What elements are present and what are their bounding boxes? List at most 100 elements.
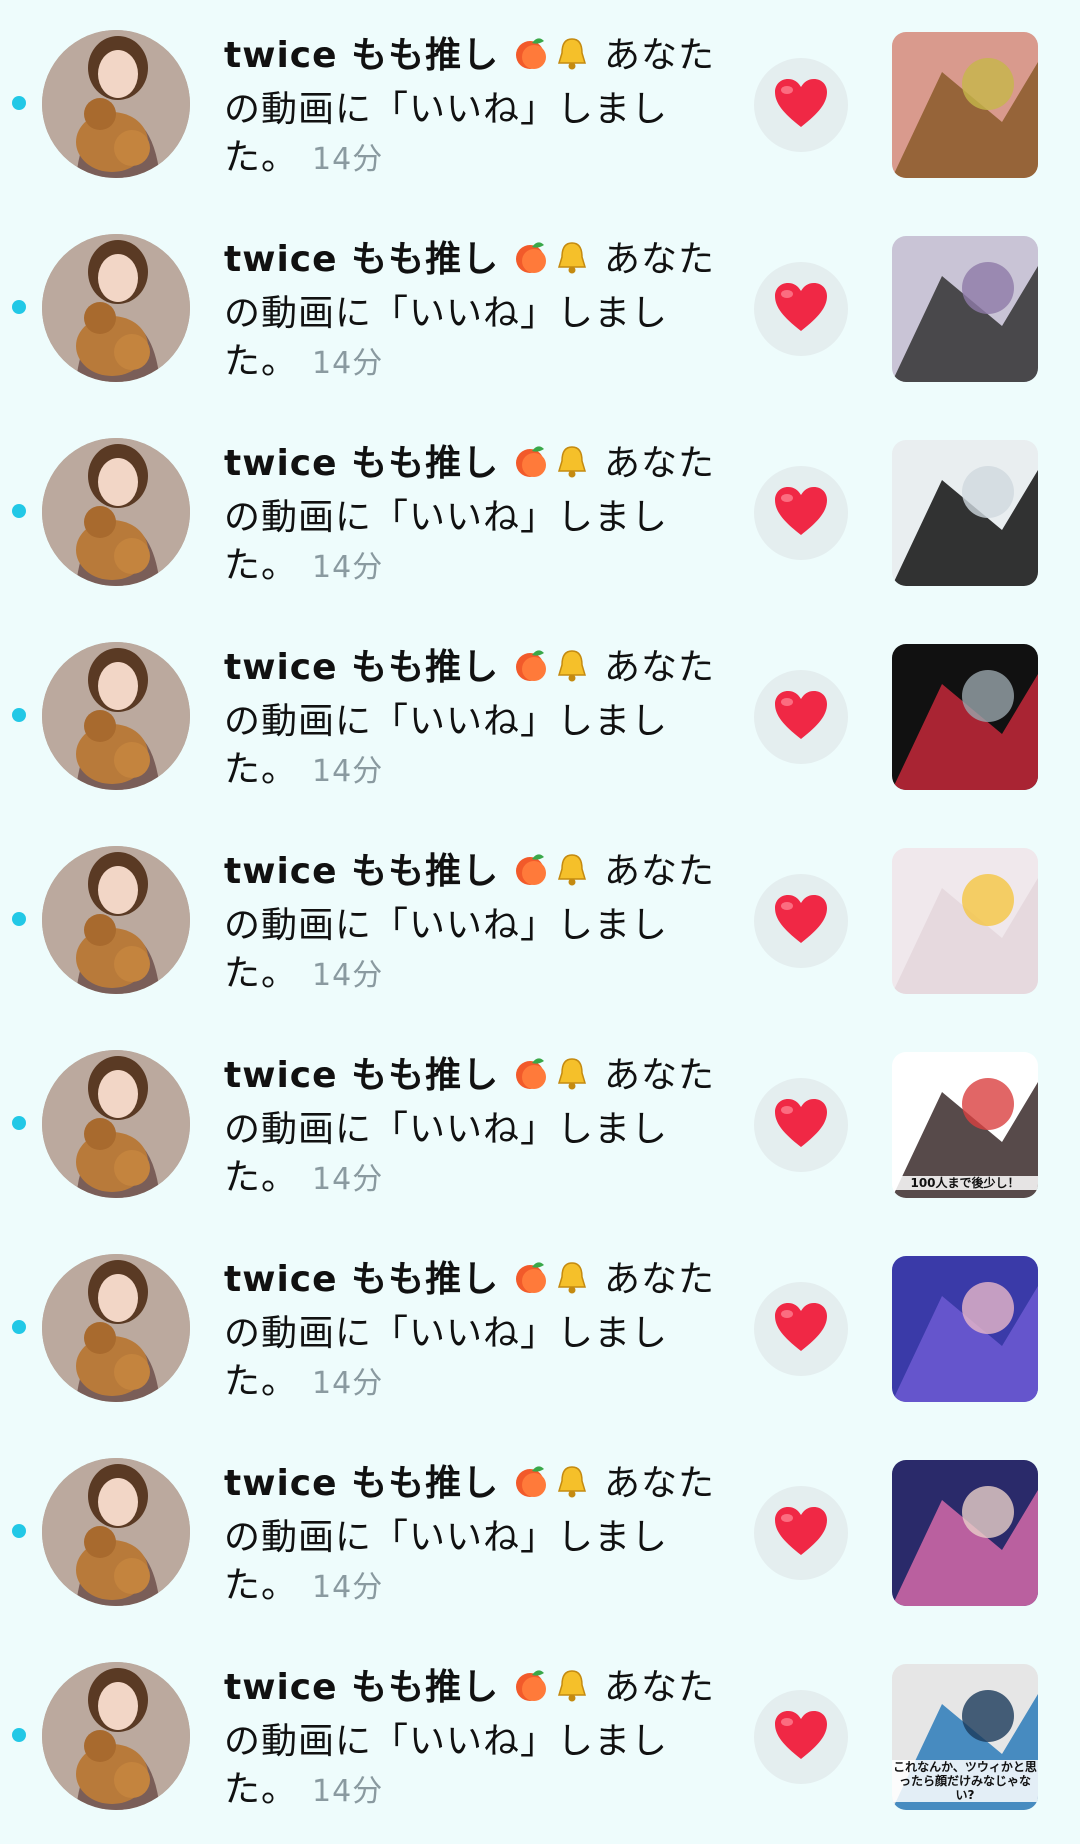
- bell-icon: [552, 33, 592, 86]
- heart-icon: [773, 77, 829, 133]
- bell-icon: [552, 237, 592, 290]
- notification-row[interactable]: twice もも推し あなたの動画に「いいね」しまし た。 14分: [0, 204, 1080, 408]
- notification-row[interactable]: twice もも推し あなたの動画に「いいね」しまし た。 14分: [0, 1428, 1080, 1632]
- notification-row[interactable]: twice もも推し あなたの動画に「いいね」しまし た。 14分 これなんか、ツウ…: [0, 1632, 1080, 1836]
- notification-text: twice もも推し あなたの動画に「いいね」しまし た。 14分: [224, 1664, 724, 1816]
- avatar[interactable]: [42, 234, 190, 382]
- username[interactable]: twice もも推し: [224, 1667, 499, 1708]
- notification-text: twice もも推し あなたの動画に「いいね」しまし た。 14分: [224, 440, 724, 592]
- timestamp: 14分: [312, 1366, 384, 1401]
- unread-dot: [12, 504, 26, 518]
- avatar[interactable]: [42, 30, 190, 178]
- timestamp: 14分: [312, 550, 384, 585]
- heart-icon: [773, 1505, 829, 1561]
- message-head: あなた: [604, 1259, 716, 1300]
- like-button[interactable]: [754, 874, 848, 968]
- notification-text: twice もも推し あなたの動画に「いいね」しまし た。 14分: [224, 32, 724, 184]
- message-head: あなた: [604, 443, 716, 484]
- notification-text: twice もも推し あなたの動画に「いいね」しまし た。 14分: [224, 236, 724, 388]
- unread-dot: [12, 1116, 26, 1130]
- notification-row[interactable]: twice もも推し あなたの動画に「いいね」しまし た。 14分: [0, 612, 1080, 816]
- unread-dot: [12, 1320, 26, 1334]
- like-button[interactable]: [754, 58, 848, 152]
- notification-row[interactable]: twice もも推し あなたの動画に「いいね」しまし た。 14分: [0, 816, 1080, 1020]
- avatar[interactable]: [42, 1458, 190, 1606]
- timestamp: 14分: [312, 1570, 384, 1605]
- video-thumbnail[interactable]: [892, 32, 1038, 178]
- like-button[interactable]: [754, 670, 848, 764]
- username[interactable]: twice もも推し: [224, 239, 499, 280]
- heart-icon: [773, 485, 829, 541]
- username[interactable]: twice もも推し: [224, 1463, 499, 1504]
- bell-icon: [552, 1461, 592, 1514]
- timestamp: 14分: [312, 754, 384, 789]
- timestamp: 14分: [312, 142, 384, 177]
- video-thumbnail[interactable]: [892, 440, 1038, 586]
- like-button[interactable]: [754, 1078, 848, 1172]
- username[interactable]: twice もも推し: [224, 647, 499, 688]
- timestamp: 14分: [312, 958, 384, 993]
- message-head: あなた: [604, 35, 716, 76]
- notification-text: twice もも推し あなたの動画に「いいね」しまし た。 14分: [224, 848, 724, 1000]
- video-thumbnail[interactable]: [892, 644, 1038, 790]
- username[interactable]: twice もも推し: [224, 35, 499, 76]
- unread-dot: [12, 1524, 26, 1538]
- unread-dot: [12, 96, 26, 110]
- avatar[interactable]: [42, 1254, 190, 1402]
- username[interactable]: twice もも推し: [224, 1259, 499, 1300]
- bell-icon: [552, 1053, 592, 1106]
- timestamp: 14分: [312, 1774, 384, 1809]
- avatar[interactable]: [42, 642, 190, 790]
- like-button[interactable]: [754, 1690, 848, 1784]
- like-button[interactable]: [754, 1486, 848, 1580]
- bell-icon: [552, 1257, 592, 1310]
- message-head: あなた: [604, 239, 716, 280]
- notification-row[interactable]: twice もも推し あなたの動画に「いいね」しまし た。 14分 100人まで後少…: [0, 1020, 1080, 1224]
- like-button[interactable]: [754, 1282, 848, 1376]
- notification-row[interactable]: twice もも推し あなたの動画に「いいね」しまし た。 14分: [0, 408, 1080, 612]
- video-thumbnail[interactable]: [892, 1460, 1038, 1606]
- avatar[interactable]: [42, 1662, 190, 1810]
- message-head: あなた: [604, 647, 716, 688]
- like-button[interactable]: [754, 262, 848, 356]
- message-body: の動画に「いいね」しまし た。: [224, 905, 669, 994]
- like-button[interactable]: [754, 466, 848, 560]
- video-thumbnail[interactable]: [892, 848, 1038, 994]
- username[interactable]: twice もも推し: [224, 1055, 499, 1096]
- avatar[interactable]: [42, 438, 190, 586]
- username[interactable]: twice もも推し: [224, 851, 499, 892]
- video-thumbnail[interactable]: 100人まで後少し！: [892, 1052, 1038, 1198]
- message-head: あなた: [604, 1463, 716, 1504]
- heart-icon: [773, 893, 829, 949]
- peach-icon: [512, 1461, 552, 1514]
- timestamp: 14分: [312, 1162, 384, 1197]
- unread-dot: [12, 300, 26, 314]
- peach-icon: [512, 441, 552, 494]
- heart-icon: [773, 689, 829, 745]
- notification-row[interactable]: twice もも推し あなたの動画に「いいね」しまし た。 14分: [0, 1224, 1080, 1428]
- thumbnail-caption: これなんか、ツウィかと思ったら顔だけみなじゃない?: [892, 1760, 1038, 1802]
- username[interactable]: twice もも推し: [224, 443, 499, 484]
- message-head: あなた: [604, 1667, 716, 1708]
- notification-row[interactable]: twice もも推し あなたの動画に「いいね」しまし た。 14分: [0, 0, 1080, 204]
- message-head: あなた: [604, 1055, 716, 1096]
- peach-icon: [512, 33, 552, 86]
- avatar[interactable]: [42, 1050, 190, 1198]
- timestamp: 14分: [312, 346, 384, 381]
- notification-text: twice もも推し あなたの動画に「いいね」しまし た。 14分: [224, 1256, 724, 1408]
- peach-icon: [512, 1257, 552, 1310]
- bell-icon: [552, 1665, 592, 1718]
- peach-icon: [512, 237, 552, 290]
- message-body: の動画に「いいね」しまし た。: [224, 293, 669, 382]
- peach-icon: [512, 1665, 552, 1718]
- heart-icon: [773, 281, 829, 337]
- video-thumbnail[interactable]: [892, 236, 1038, 382]
- video-thumbnail[interactable]: これなんか、ツウィかと思ったら顔だけみなじゃない?: [892, 1664, 1038, 1810]
- bell-icon: [552, 849, 592, 902]
- message-body: の動画に「いいね」しまし た。: [224, 1721, 669, 1810]
- unread-dot: [12, 708, 26, 722]
- avatar[interactable]: [42, 846, 190, 994]
- heart-icon: [773, 1709, 829, 1765]
- video-thumbnail[interactable]: [892, 1256, 1038, 1402]
- peach-icon: [512, 849, 552, 902]
